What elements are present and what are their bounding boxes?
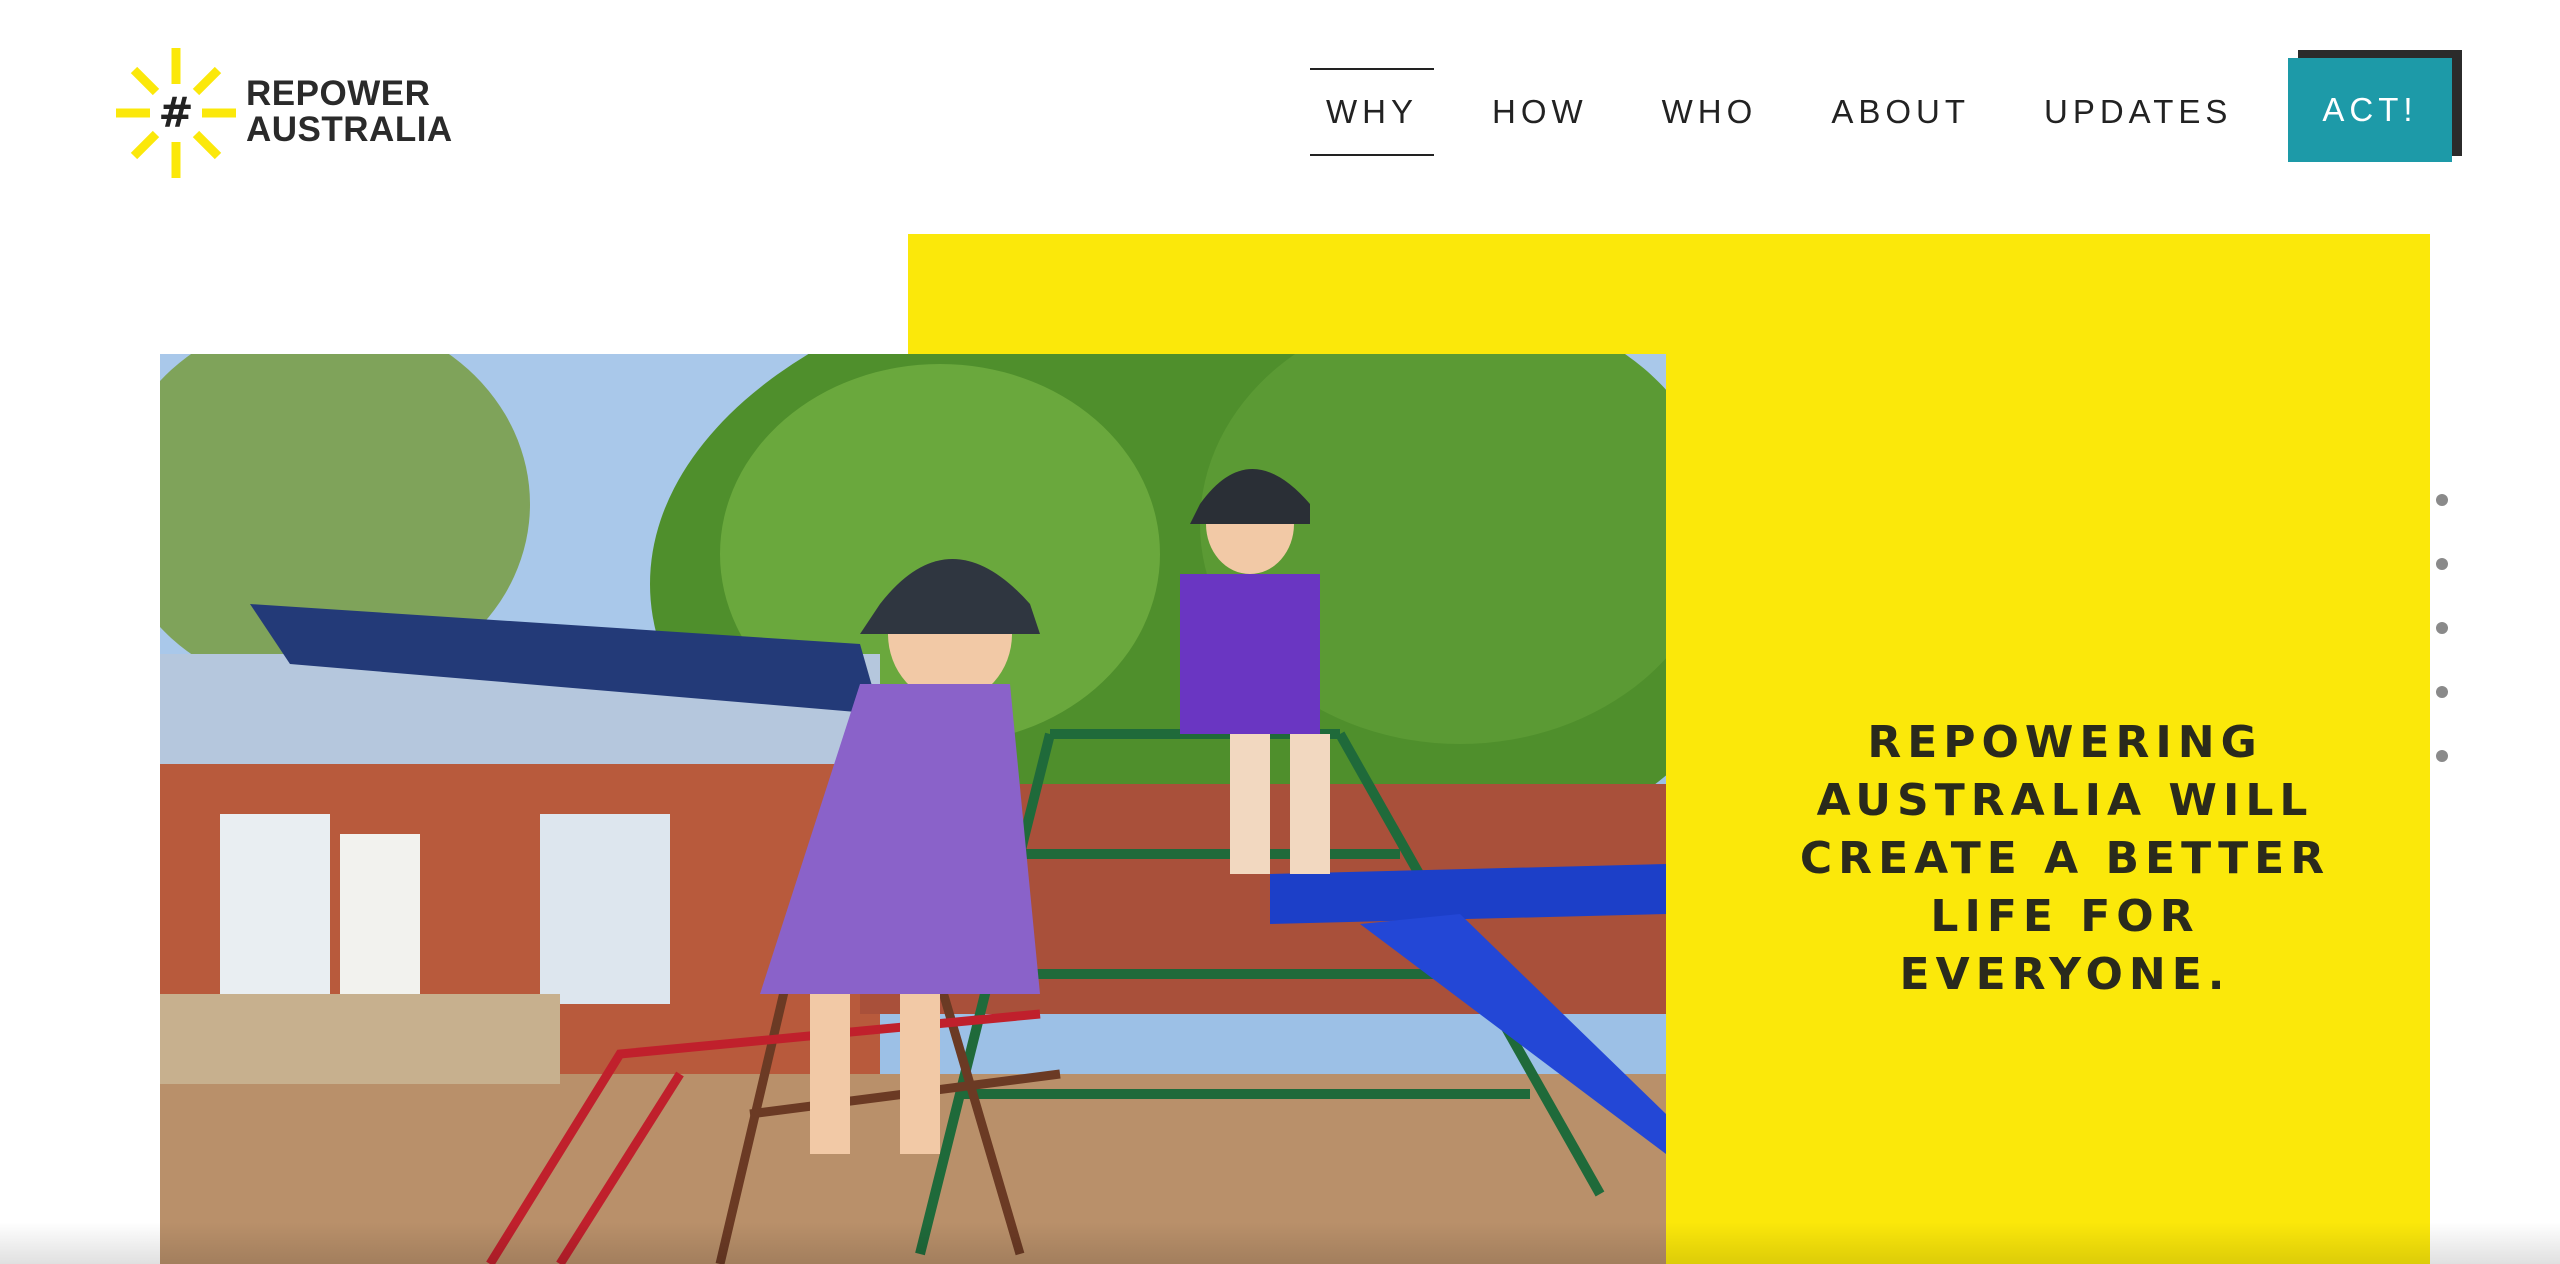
hero-photo — [160, 354, 1666, 1264]
hero-headline: REPOWERING AUSTRALIA WILL CREATE A BETTE… — [1799, 717, 2331, 1000]
nav-how[interactable]: HOW — [1476, 68, 1604, 156]
act-button-wrap: ACT! — [2288, 50, 2462, 164]
logo-wordmark: REPOWER AUSTRALIA — [246, 76, 453, 148]
nav-updates[interactable]: UPDATES — [2028, 68, 2248, 156]
logo-line-2: AUSTRALIA — [246, 110, 453, 149]
slide-dot-1[interactable] — [2436, 494, 2448, 506]
slide-dot-4[interactable] — [2436, 686, 2448, 698]
slide-dot-3[interactable] — [2436, 622, 2448, 634]
slide-pagination — [2436, 494, 2452, 814]
nav-why[interactable]: WHY — [1310, 68, 1434, 156]
site-logo[interactable]: # REPOWER AUSTRALIA — [114, 46, 452, 180]
nav-who[interactable]: WHO — [1646, 68, 1774, 156]
logo-hash: # — [158, 88, 194, 137]
slide-dot-2[interactable] — [2436, 558, 2448, 570]
act-button[interactable]: ACT! — [2288, 58, 2452, 162]
logo-line-1: REPOWER — [246, 74, 431, 113]
nav-about[interactable]: ABOUT — [1815, 68, 1986, 156]
slide-dot-5[interactable] — [2436, 750, 2448, 762]
main-nav: WHY HOW WHO ABOUT UPDATES — [1310, 68, 2290, 156]
playground-photo-icon — [160, 354, 1666, 1264]
